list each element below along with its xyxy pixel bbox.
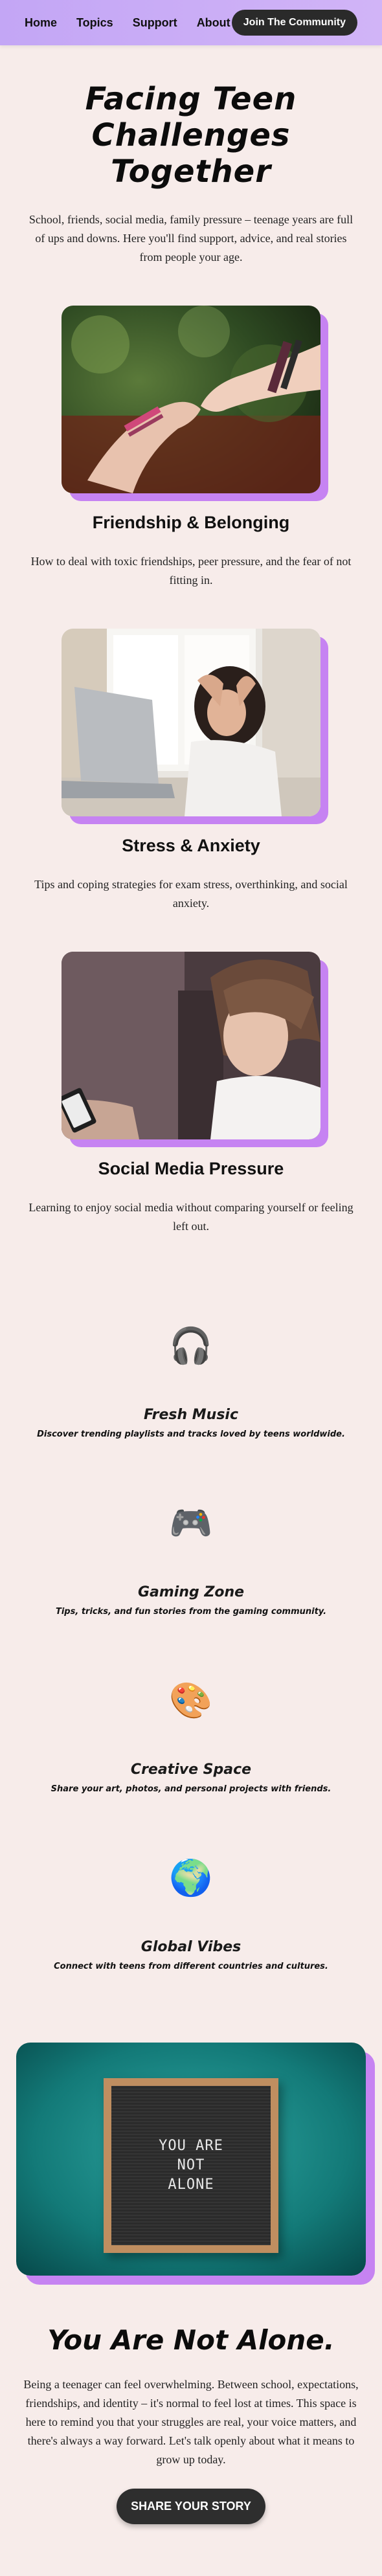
board-line-2: NOT xyxy=(177,2157,205,2173)
topic-card-stress: Stress & Anxiety Tips and coping strateg… xyxy=(0,629,382,913)
topic-card-friendship: Friendship & Belonging How to deal with … xyxy=(0,306,382,590)
feature-creative-space: 🎨 Creative Space Share your art, photos,… xyxy=(0,1681,382,1794)
closing-title: You Are Not Alone. xyxy=(47,2324,335,2356)
feature-gaming-zone: 🎮 Gaming Zone Tips, tricks, and fun stor… xyxy=(0,1504,382,1617)
nav-links: Home Topics Support About xyxy=(25,16,230,30)
letter-board: YOU ARE NOT ALONE xyxy=(104,2078,278,2253)
hero-title-line-1: Facing Teen xyxy=(85,81,297,117)
nav-link-home[interactable]: Home xyxy=(25,16,57,30)
topic-card-social-media: Social Media Pressure Learning to enjoy … xyxy=(0,952,382,1236)
feature-description: Connect with teens from different countr… xyxy=(54,1962,328,1971)
feature-title: Fresh Music xyxy=(143,1407,239,1423)
not-alone-banner-photo: YOU ARE NOT ALONE xyxy=(16,2043,366,2276)
join-community-button[interactable]: Join The Community xyxy=(231,10,357,36)
stress-photo xyxy=(62,629,320,816)
social-media-photo xyxy=(62,952,320,1139)
globe-icon: 🌍 xyxy=(169,1859,213,1898)
feature-description: Discover trending playlists and tracks l… xyxy=(37,1429,345,1439)
friendship-photo xyxy=(62,306,320,493)
feature-title: Global Vibes xyxy=(140,1939,242,1955)
banner-section: YOU ARE NOT ALONE xyxy=(0,2043,382,2276)
closing-section: You Are Not Alone. Being a teenager can … xyxy=(0,2324,382,2576)
closing-description: Being a teenager can feel overwhelming. … xyxy=(23,2378,359,2466)
topic-title: Stress & Anxiety xyxy=(122,836,260,855)
hero-title-line-2: Challenges Together xyxy=(91,117,291,190)
feature-title: Creative Space xyxy=(130,1762,252,1778)
nav-link-topics[interactable]: Topics xyxy=(76,16,113,30)
hero-title: Facing Teen Challenges Together xyxy=(26,81,356,190)
headphones-icon: 🎧 xyxy=(169,1327,213,1365)
hero-description: School, friends, social media, family pr… xyxy=(28,213,354,263)
hero-section: Facing Teen Challenges Together School, … xyxy=(0,45,382,267)
board-line-3: ALONE xyxy=(168,2177,214,2193)
topic-description: How to deal with toxic friendships, peer… xyxy=(30,555,352,587)
nav-link-support[interactable]: Support xyxy=(133,16,177,30)
letter-board-face: YOU ARE NOT ALONE xyxy=(111,2086,271,2245)
game-controller-icon: 🎮 xyxy=(169,1504,213,1543)
palette-icon: 🎨 xyxy=(169,1681,213,1720)
letter-board-text: YOU ARE NOT ALONE xyxy=(159,2136,223,2195)
topic-description: Tips and coping strategies for exam stre… xyxy=(34,878,348,910)
top-navigation: Home Topics Support About Join The Commu… xyxy=(0,0,382,45)
topic-title: Friendship & Belonging xyxy=(92,513,290,532)
feature-description: Tips, tricks, and fun stories from the g… xyxy=(55,1607,327,1617)
topic-description: Learning to enjoy social media without c… xyxy=(28,1201,354,1233)
topic-title: Social Media Pressure xyxy=(98,1159,284,1178)
board-line-1: YOU ARE xyxy=(159,2138,223,2154)
feature-title: Gaming Zone xyxy=(137,1584,245,1600)
nav-link-about[interactable]: About xyxy=(197,16,230,30)
features-section: 🎧 Fresh Music Discover trending playlist… xyxy=(0,1327,382,1971)
feature-description: Share your art, photos, and personal pro… xyxy=(51,1784,331,1794)
feature-fresh-music: 🎧 Fresh Music Discover trending playlist… xyxy=(0,1327,382,1439)
feature-global-vibes: 🌍 Global Vibes Connect with teens from d… xyxy=(0,1859,382,1971)
share-story-button[interactable]: SHARE YOUR STORY xyxy=(117,2489,265,2524)
